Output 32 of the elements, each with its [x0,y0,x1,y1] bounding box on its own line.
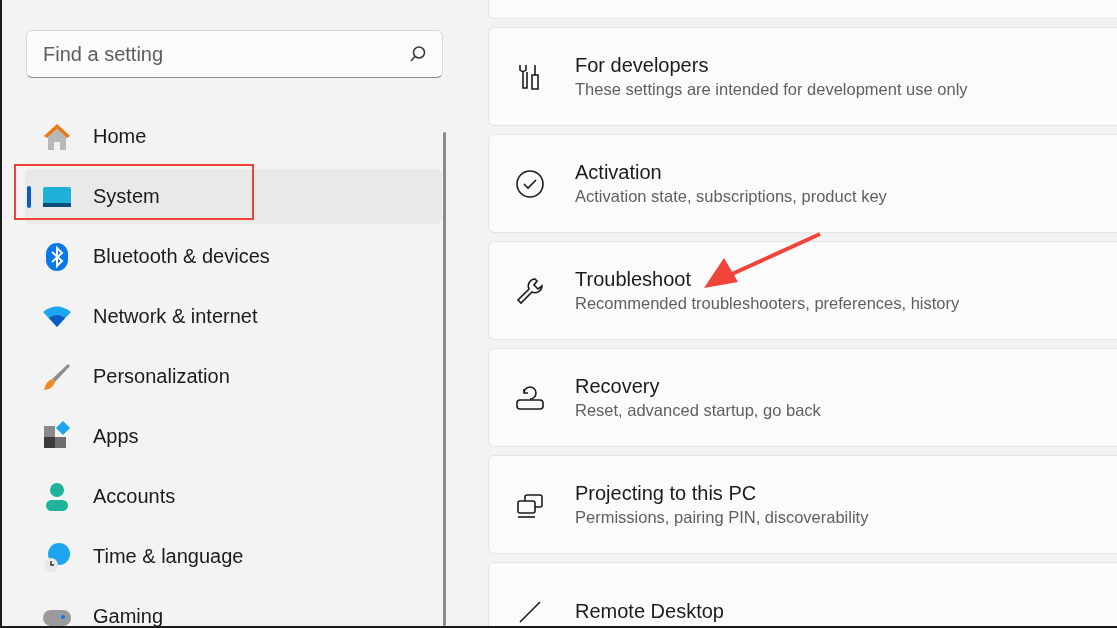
wrench-icon [515,275,545,306]
card-description: Permissions, pairing PIN, discoverability [575,508,869,527]
nav-item[interactable]: Bluetooth & devices [25,229,442,284]
nav-item[interactable]: Time & language [25,529,442,584]
card-title: Activation [575,161,663,184]
card-description: These settings are intended for development use only [575,80,968,99]
card-title: Remote Desktop [575,600,724,623]
settings-card[interactable]: Projecting to this PC Permissions, pairing PIN, discoverability [488,455,1117,554]
settings-card[interactable]: Activation Activation state, subscriptions, product key [488,134,1117,233]
card-title: For developers [575,54,710,77]
card-description: Reset, advanced startup, go back [575,401,821,420]
card-title: Troubleshoot [575,268,692,291]
search-field[interactable]: Find a setting [26,30,443,78]
settings-card[interactable]: Remote Desktop [488,562,1117,626]
nav-item[interactable]: Personalization [25,349,442,404]
settings-card[interactable]: Troubleshoot Recommended troubleshooters, preferences, history [488,241,1117,340]
globe-clock-icon [41,540,73,573]
nav-item[interactable]: System [25,169,442,224]
search-icon [409,45,427,63]
nav-item[interactable]: Accounts [25,469,442,524]
nav-item[interactable]: Apps [25,409,442,464]
settings-card[interactable]: Recovery Reset, advanced startup, go back [488,348,1117,447]
card-title: Recovery [575,375,661,398]
check-circle-icon [515,168,545,199]
settings-card[interactable]: For developers These settings are intended for development use only [488,27,1117,126]
nav-item[interactable]: Home [25,109,442,164]
card-description: Activation state, subscriptions, product key [575,187,887,206]
gamepad-icon [41,609,73,626]
scrollbar[interactable] [443,132,446,626]
nav-item[interactable]: Network & internet [25,289,442,344]
card-title: Projecting to this PC [575,482,758,505]
card-description: Recommended troubleshooters, preferences, history [575,294,960,313]
